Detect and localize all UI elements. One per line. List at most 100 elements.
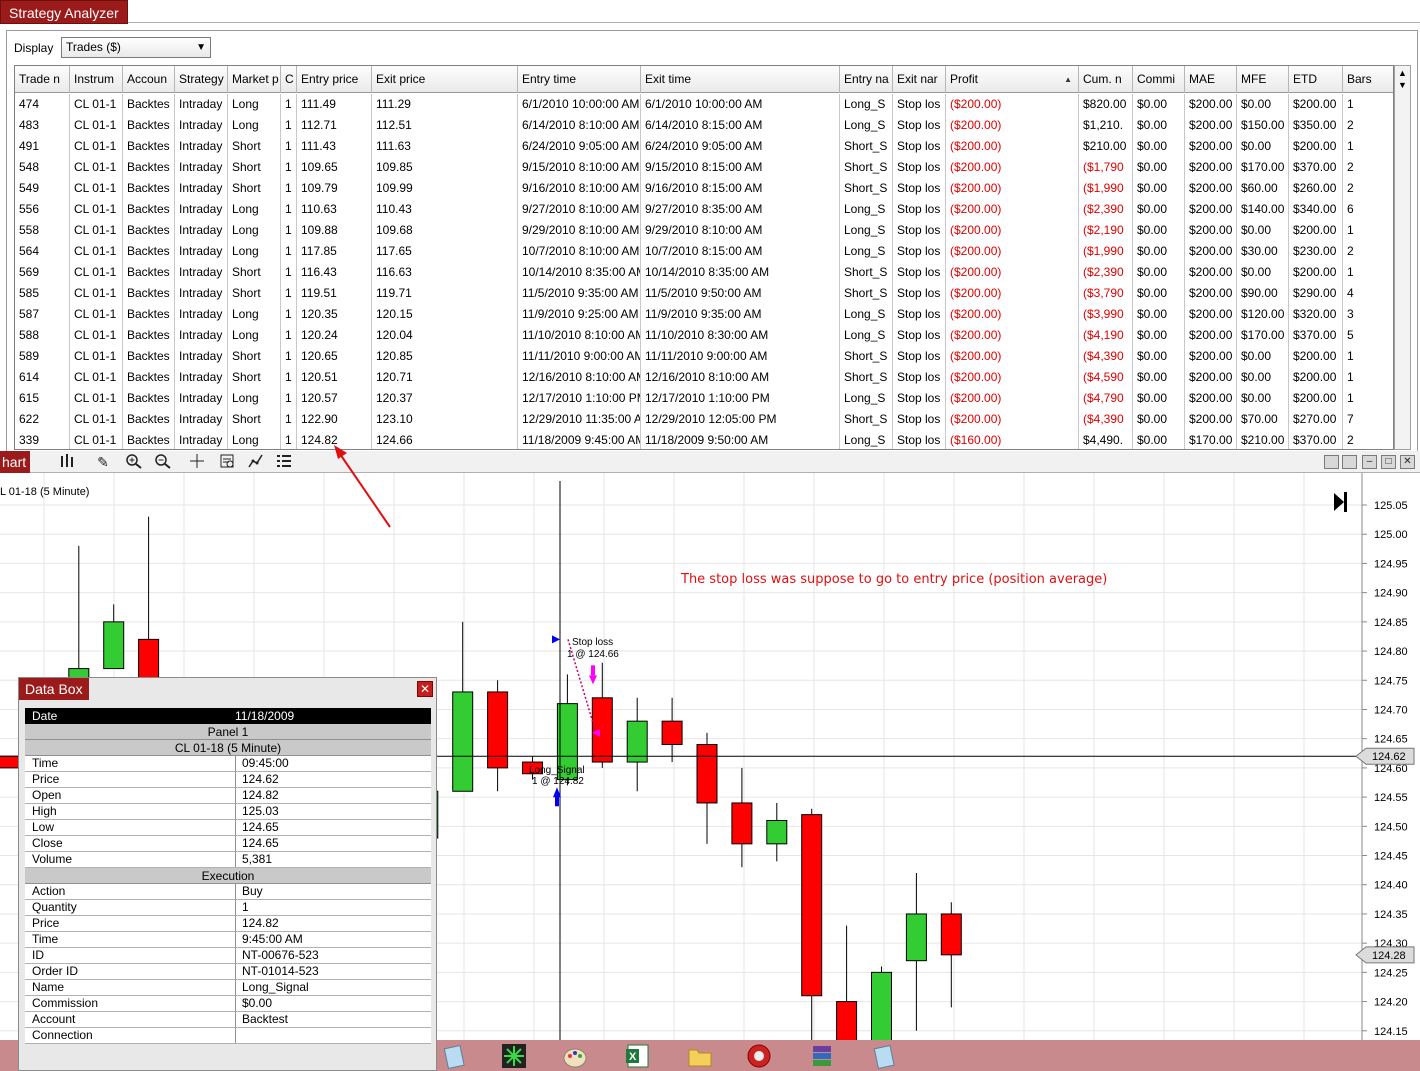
maximize-icon[interactable]: □ bbox=[1381, 455, 1396, 469]
date-value: 11/18/2009 bbox=[235, 709, 295, 723]
table-cell: Long_S bbox=[840, 430, 893, 449]
table-cell: Backtes bbox=[123, 388, 175, 409]
table-row[interactable]: 588 CL 01-1 Backtes Intraday Long 1 120.24 120.… bbox=[15, 325, 1393, 346]
paint-icon[interactable] bbox=[561, 1043, 589, 1071]
table-row[interactable]: 558 CL 01-1 Backtes Intraday Long 1 109.88 109.… bbox=[15, 220, 1393, 241]
table-cell: Intraday bbox=[175, 199, 228, 220]
column-header[interactable]: Accoun bbox=[123, 66, 175, 93]
list-icon[interactable] bbox=[274, 453, 294, 471]
column-header[interactable]: Exit time bbox=[641, 66, 840, 93]
pencil-icon[interactable]: ✎ bbox=[93, 453, 113, 471]
table-row[interactable]: 589 CL 01-1 Backtes Intraday Short 1 120.65 120… bbox=[15, 346, 1393, 367]
table-row[interactable]: 483 CL 01-1 Backtes Intraday Long 1 112.71 112.… bbox=[15, 115, 1393, 136]
table-cell: $200.00 bbox=[1185, 388, 1237, 409]
display-select[interactable]: Trades ($) ▼ bbox=[61, 37, 211, 58]
wheel-app-icon[interactable] bbox=[745, 1043, 773, 1071]
column-header[interactable]: Entry time bbox=[518, 66, 641, 93]
column-header[interactable]: MFE bbox=[1237, 66, 1289, 93]
table-cell: CL 01-1 bbox=[70, 262, 123, 283]
column-header[interactable]: Market p bbox=[228, 66, 281, 93]
table-row[interactable]: 339 CL 01-1 Backtes Intraday Long 1 124.82 124.… bbox=[15, 430, 1393, 449]
go-to-end-icon bbox=[1334, 493, 1344, 511]
notepad-2-icon[interactable] bbox=[870, 1043, 898, 1071]
minimize-icon[interactable]: – bbox=[1362, 455, 1377, 469]
table-cell: 120.51 bbox=[297, 367, 372, 388]
table-row[interactable]: 587 CL 01-1 Backtes Intraday Long 1 120.35 120.… bbox=[15, 304, 1393, 325]
table-cell: 11/5/2010 9:50:00 AM bbox=[641, 283, 840, 304]
column-header[interactable]: Bars bbox=[1343, 66, 1393, 93]
data-box-row: Account Backtest bbox=[25, 1012, 431, 1028]
table-row[interactable]: 548 CL 01-1 Backtes Intraday Short 1 109.65 109… bbox=[15, 157, 1393, 178]
zoom-out-icon[interactable] bbox=[153, 453, 173, 471]
bars-style-icon[interactable] bbox=[57, 453, 77, 471]
table-cell: $0.00 bbox=[1133, 346, 1185, 367]
table-row[interactable]: 556 CL 01-1 Backtes Intraday Long 1 110.63 110.… bbox=[15, 199, 1393, 220]
table-row[interactable]: 622 CL 01-1 Backtes Intraday Short 1 122.90 123… bbox=[15, 409, 1393, 430]
display-select-value: Trades ($) bbox=[66, 40, 121, 54]
table-row[interactable]: 474 CL 01-1 Backtes Intraday Long 1 111.49 111.… bbox=[15, 94, 1393, 115]
column-header[interactable]: Profit ▲ bbox=[946, 66, 1079, 93]
table-cell: 1 bbox=[281, 346, 297, 367]
close-icon[interactable]: ✕ bbox=[1400, 455, 1415, 469]
tile-window-2-icon[interactable] bbox=[1342, 455, 1357, 469]
table-cell: Intraday bbox=[175, 346, 228, 367]
axis-tick-label: 125.00 bbox=[1374, 529, 1408, 541]
column-header[interactable]: Entry price bbox=[297, 66, 372, 93]
strategy-analyzer-tab[interactable]: Strategy Analyzer bbox=[0, 0, 128, 24]
crosshair-icon[interactable] bbox=[187, 453, 207, 471]
data-box-icon[interactable] bbox=[218, 453, 238, 471]
scroll-down-icon[interactable]: ▼ bbox=[1398, 80, 1407, 90]
column-header[interactable]: Cum. n bbox=[1079, 66, 1133, 93]
axis-tick-label: 124.65 bbox=[1374, 734, 1408, 746]
column-header[interactable]: ETD bbox=[1289, 66, 1343, 93]
candle-body bbox=[905, 913, 927, 962]
column-header[interactable]: Entry na bbox=[840, 66, 893, 93]
chart-trader-icon[interactable] bbox=[246, 453, 266, 471]
excel-icon[interactable]: X bbox=[624, 1043, 652, 1071]
table-cell: Long_S bbox=[840, 94, 893, 115]
column-header[interactable]: Commi bbox=[1133, 66, 1185, 93]
table-row[interactable]: 564 CL 01-1 Backtes Intraday Long 1 117.85 117.… bbox=[15, 241, 1393, 262]
table-cell: Short bbox=[228, 136, 281, 157]
column-header[interactable]: Strategy bbox=[175, 66, 228, 93]
scroll-up-icon[interactable]: ▲ bbox=[1398, 68, 1407, 78]
table-cell: $0.00 bbox=[1133, 388, 1185, 409]
folder-icon[interactable] bbox=[686, 1043, 714, 1071]
table-cell: 6/24/2010 9:05:00 AM bbox=[641, 136, 840, 157]
table-cell: 474 bbox=[15, 94, 70, 115]
column-header[interactable]: C bbox=[281, 66, 297, 93]
winrar-icon[interactable] bbox=[808, 1043, 836, 1071]
table-row[interactable]: 569 CL 01-1 Backtes Intraday Short 1 116.43 116… bbox=[15, 262, 1393, 283]
table-cell: Backtes bbox=[123, 262, 175, 283]
burst-app-icon[interactable] bbox=[500, 1043, 528, 1071]
column-header[interactable]: Instrum bbox=[70, 66, 123, 93]
column-header[interactable]: Exit nar bbox=[893, 66, 946, 93]
table-row[interactable]: 491 CL 01-1 Backtes Intraday Short 1 111.43 111… bbox=[15, 136, 1393, 157]
tile-window-icon[interactable] bbox=[1324, 455, 1339, 469]
table-cell: Short bbox=[228, 367, 281, 388]
notepad-icon[interactable] bbox=[440, 1043, 468, 1071]
table-cell: $150.00 bbox=[1237, 115, 1289, 136]
data-box-value: 124.65 bbox=[235, 820, 279, 835]
stop-exit-arrow-stem bbox=[591, 665, 595, 676]
table-cell: 9/15/2010 8:10:00 AM bbox=[518, 157, 641, 178]
table-row[interactable]: 615 CL 01-1 Backtes Intraday Long 1 120.57 120.… bbox=[15, 388, 1393, 409]
close-icon[interactable]: ✕ bbox=[417, 681, 433, 697]
table-row[interactable]: 585 CL 01-1 Backtes Intraday Short 1 119.51 119… bbox=[15, 283, 1393, 304]
zoom-in-icon[interactable] bbox=[124, 453, 144, 471]
table-cell: Long bbox=[228, 115, 281, 136]
data-box-row: Low 124.65 bbox=[25, 820, 431, 836]
data-box-value: 9:45:00 AM bbox=[235, 932, 303, 947]
chart-tab[interactable]: hart bbox=[0, 451, 30, 473]
column-header[interactable]: MAE bbox=[1185, 66, 1237, 93]
table-row[interactable]: 549 CL 01-1 Backtes Intraday Short 1 109.79 109… bbox=[15, 178, 1393, 199]
data-box-row: Commission $0.00 bbox=[25, 996, 431, 1012]
data-box-key: Low bbox=[32, 820, 55, 834]
table-row[interactable]: 614 CL 01-1 Backtes Intraday Short 1 120.51 120… bbox=[15, 367, 1393, 388]
table-cell: Backtes bbox=[123, 199, 175, 220]
table-cell: 120.04 bbox=[372, 325, 518, 346]
table-cell: 1 bbox=[281, 430, 297, 449]
table-scrollbar[interactable]: ▲ ▼ bbox=[1394, 65, 1411, 450]
column-header[interactable]: Trade n bbox=[15, 66, 70, 93]
column-header[interactable]: Exit price bbox=[372, 66, 518, 93]
